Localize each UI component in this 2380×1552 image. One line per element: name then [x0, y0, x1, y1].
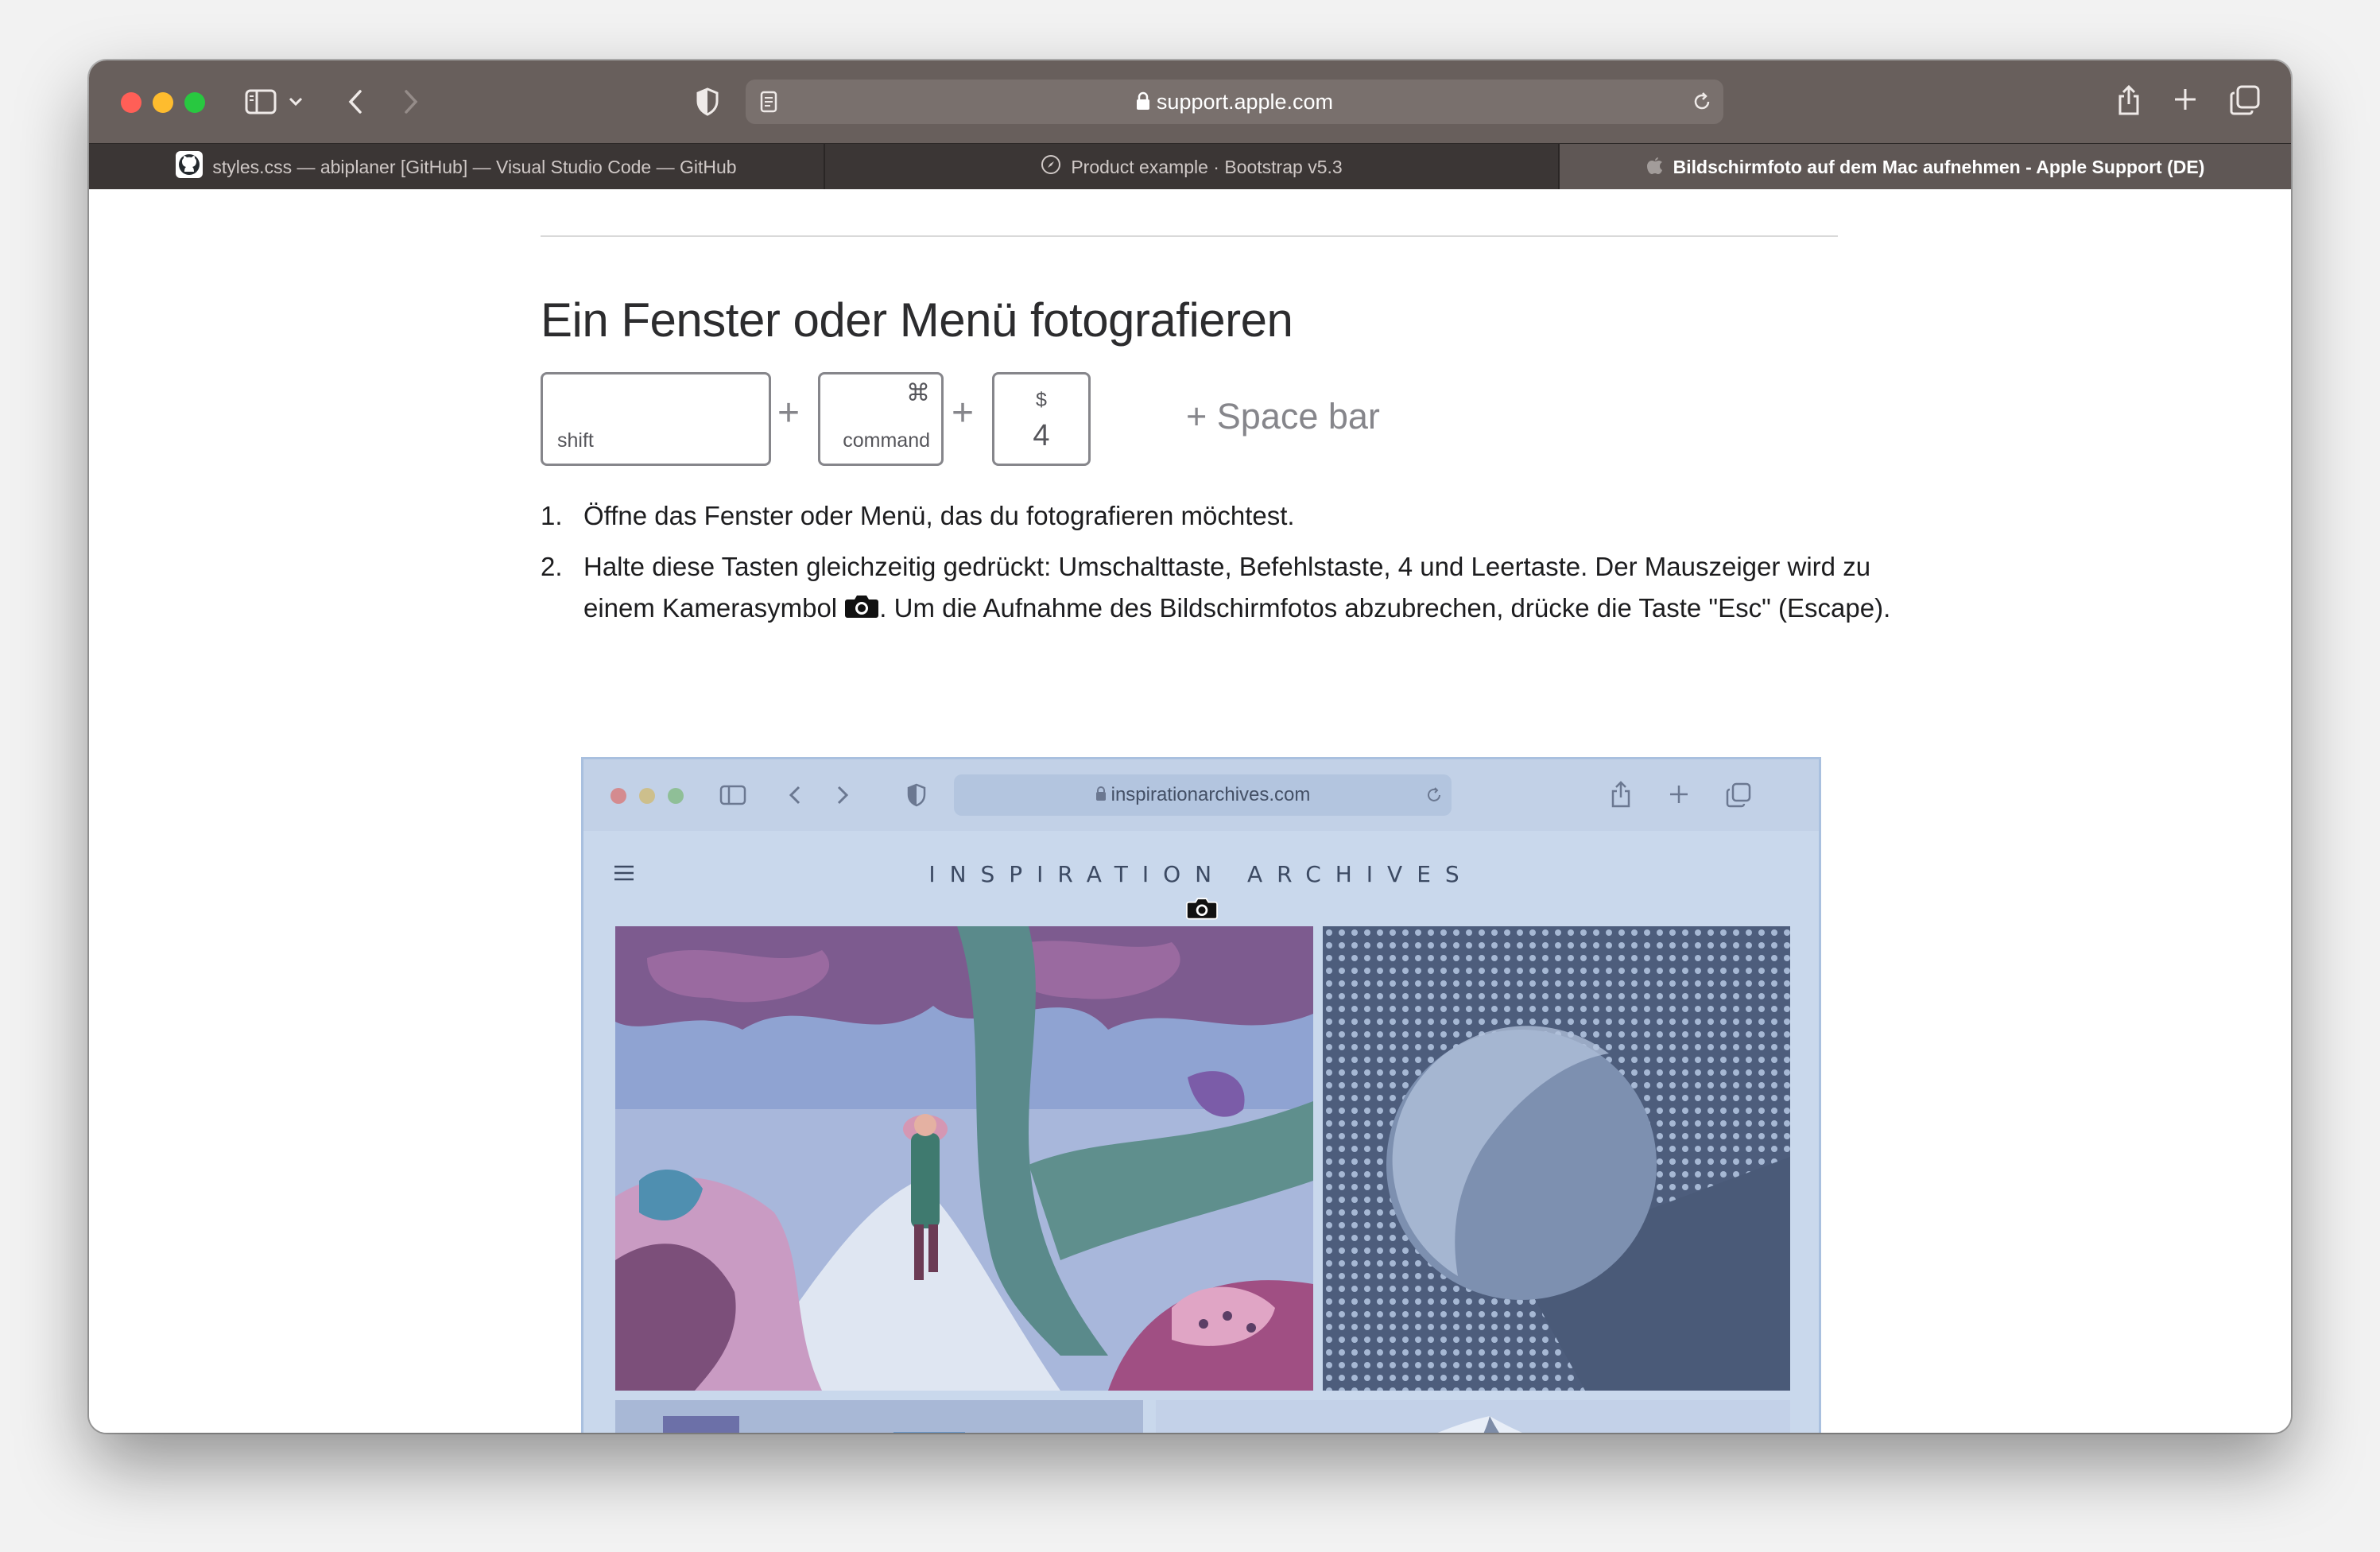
plus-sign: + — [777, 392, 800, 434]
four-key-label: 4 — [1033, 419, 1050, 452]
zoom-window-button[interactable] — [184, 92, 205, 113]
chevron-down-icon[interactable] — [286, 91, 305, 113]
section-divider — [541, 235, 1838, 237]
forward-icon[interactable] — [397, 84, 424, 119]
list-item-text: . Um die Aufnahme des Bildschirmfotos ab… — [879, 593, 1891, 623]
new-tab-icon — [1668, 783, 1690, 805]
section-heading: Ein Fenster oder Menü fotografieren — [541, 293, 1293, 347]
example-page-body: INSPIRATION ARCHIVES — [583, 831, 1819, 1433]
tab-label: Bildschirmfoto auf dem Mac aufnehmen - A… — [1673, 156, 2205, 177]
address-bar[interactable]: support.apple.com — [746, 80, 1723, 124]
tab-bar: styles.css — abiplaner [GitHub] — Visual… — [89, 143, 2291, 190]
tab-overview-icon — [1725, 782, 1752, 809]
compass-icon — [1041, 154, 1061, 180]
list-item: 2. Halte diese Tasten gleichzeitig gedrü… — [541, 546, 1892, 630]
camera-icon — [844, 589, 879, 630]
example-close-dot — [611, 788, 626, 804]
example-screenshot: inspirationarchives.com INSPIRATION ARCH… — [581, 757, 1821, 1433]
lock-icon — [1136, 81, 1150, 126]
list-item-number: 2. — [541, 552, 563, 581]
snowy-mountain-image — [1156, 1400, 1790, 1433]
tab-bootstrap-product[interactable]: Product example · Bootstrap v5.3 — [825, 144, 1558, 190]
lock-icon — [1095, 775, 1107, 817]
command-key: ⌘ command — [818, 372, 944, 466]
tab-label: styles.css — abiplaner [GitHub] — Visual… — [212, 156, 737, 177]
plus-sign: + — [952, 392, 975, 434]
command-symbol: ⌘ — [906, 380, 930, 406]
camera-cursor-icon — [1186, 896, 1218, 924]
list-item: 1. Öffne das Fenster oder Menü, das du f… — [541, 495, 1892, 537]
tab-overview-icon[interactable] — [2229, 84, 2261, 116]
tab-vscode-github[interactable]: styles.css — abiplaner [GitHub] — Visual… — [89, 144, 824, 190]
reload-icon[interactable] — [1690, 89, 1714, 114]
browser-toolbar: support.apple.com — [89, 60, 2291, 143]
page-content: Ein Fenster oder Menü fotografieren shif… — [89, 189, 2291, 1433]
list-item-text: Öffne das Fenster oder Menü, das du foto… — [583, 501, 1295, 530]
privacy-shield-icon — [905, 782, 928, 809]
example-zoom-dot — [668, 788, 684, 804]
github-icon — [176, 151, 204, 183]
forest-illustration-image — [615, 926, 1313, 1391]
example-address-bar: inspirationarchives.com — [954, 774, 1452, 816]
share-icon — [1609, 778, 1633, 810]
back-icon[interactable] — [342, 84, 369, 119]
four-key-symbol: $ — [1036, 389, 1047, 411]
new-tab-icon[interactable] — [2172, 86, 2199, 113]
url-field[interactable]: support.apple.com — [746, 80, 1723, 124]
minimize-window-button[interactable] — [153, 92, 173, 113]
apple-icon — [1646, 154, 1664, 180]
privacy-shield-icon[interactable] — [693, 84, 722, 119]
command-key-label: command — [843, 429, 930, 452]
shift-key: shift — [541, 372, 771, 466]
shift-key-label: shift — [557, 429, 594, 452]
tab-label: Product example · Bootstrap v5.3 — [1071, 156, 1343, 177]
share-icon[interactable] — [2114, 81, 2143, 119]
example-site-title: INSPIRATION ARCHIVES — [928, 861, 1474, 887]
space-bar-text: + Space bar — [1186, 396, 1380, 436]
sidebar-icon — [719, 783, 747, 807]
close-window-button[interactable] — [121, 92, 141, 113]
cubes-image — [615, 1400, 1143, 1433]
list-item-number: 1. — [541, 501, 563, 530]
back-icon — [787, 783, 803, 807]
tab-apple-support[interactable]: Bildschirmfoto auf dem Mac aufnehmen - A… — [1560, 144, 2291, 190]
example-minimize-dot — [639, 788, 655, 804]
dotted-sphere-image — [1323, 926, 1790, 1391]
steps-list: 1. Öffne das Fenster oder Menü, das du f… — [541, 495, 1892, 640]
example-browser-toolbar: inspirationarchives.com — [583, 759, 1819, 831]
sidebar-icon[interactable] — [244, 86, 277, 118]
reload-icon — [1425, 786, 1444, 805]
url-text: support.apple.com — [1156, 90, 1334, 114]
example-url-text: inspirationarchives.com — [1111, 784, 1311, 805]
browser-window: support.apple.com styles.css — abiplaner… — [89, 60, 2291, 1433]
forward-icon — [835, 783, 851, 807]
four-key: $ 4 — [992, 372, 1091, 466]
